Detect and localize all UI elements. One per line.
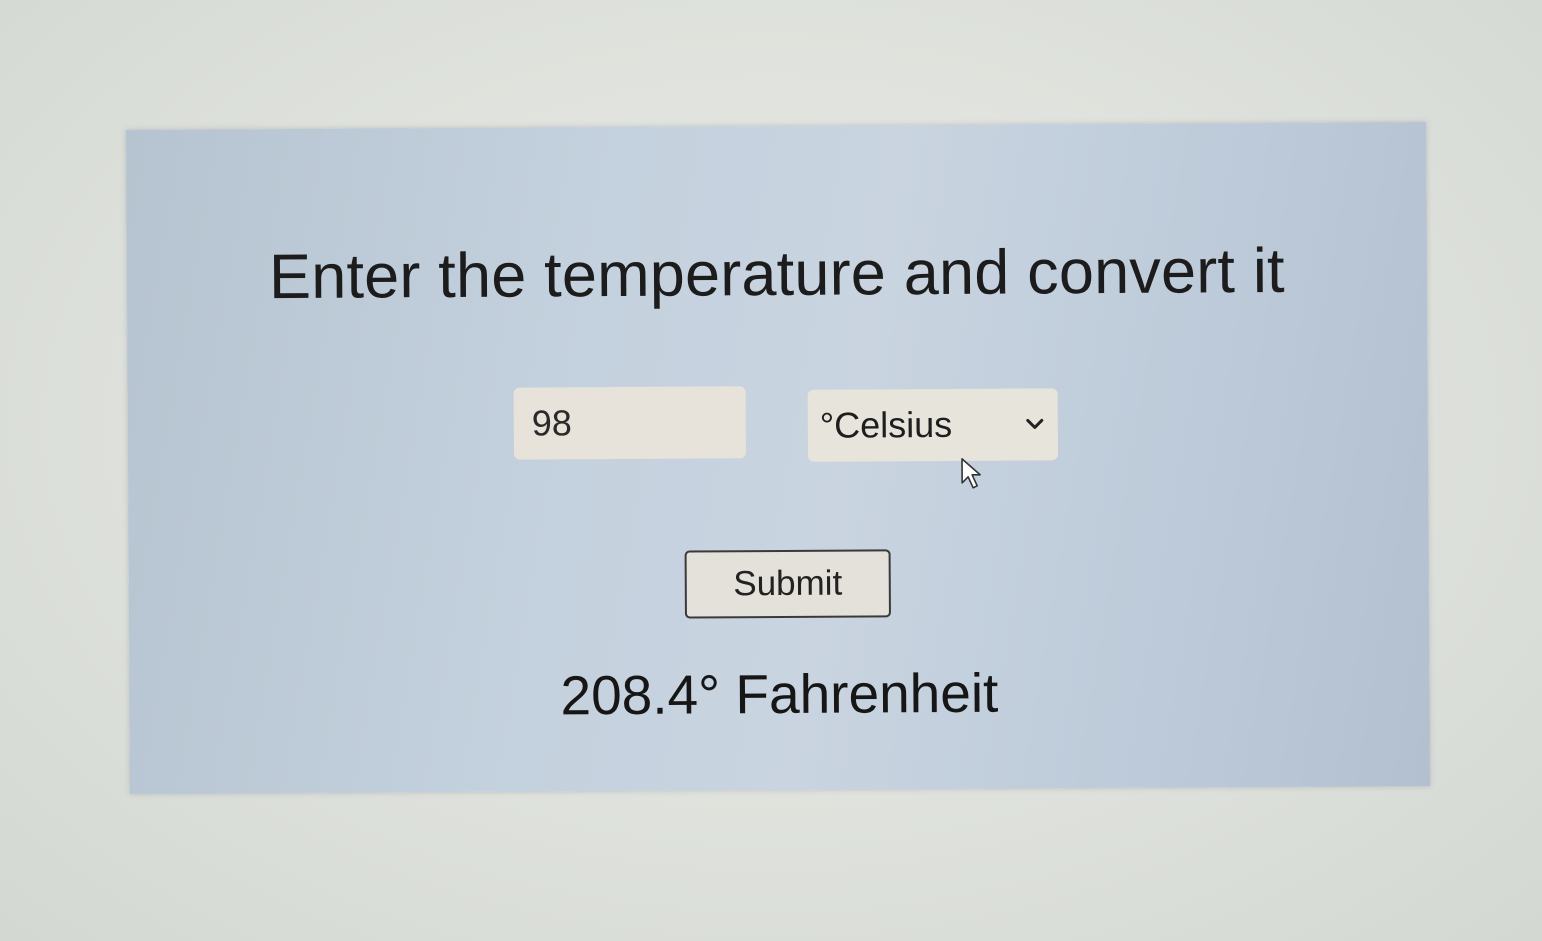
- submit-button[interactable]: Submit: [684, 549, 891, 619]
- conversion-result: 208.4° Fahrenheit: [560, 661, 999, 727]
- page-title: Enter the temperature and convert it: [268, 235, 1285, 313]
- unit-select-value: °Celsius: [819, 403, 953, 446]
- converter-panel: Enter the temperature and convert it °Ce…: [125, 122, 1431, 794]
- mouse-pointer-icon: [960, 457, 982, 491]
- chevron-down-icon: [1024, 413, 1046, 435]
- temperature-input[interactable]: [513, 386, 747, 460]
- unit-select[interactable]: °Celsius: [807, 388, 1059, 462]
